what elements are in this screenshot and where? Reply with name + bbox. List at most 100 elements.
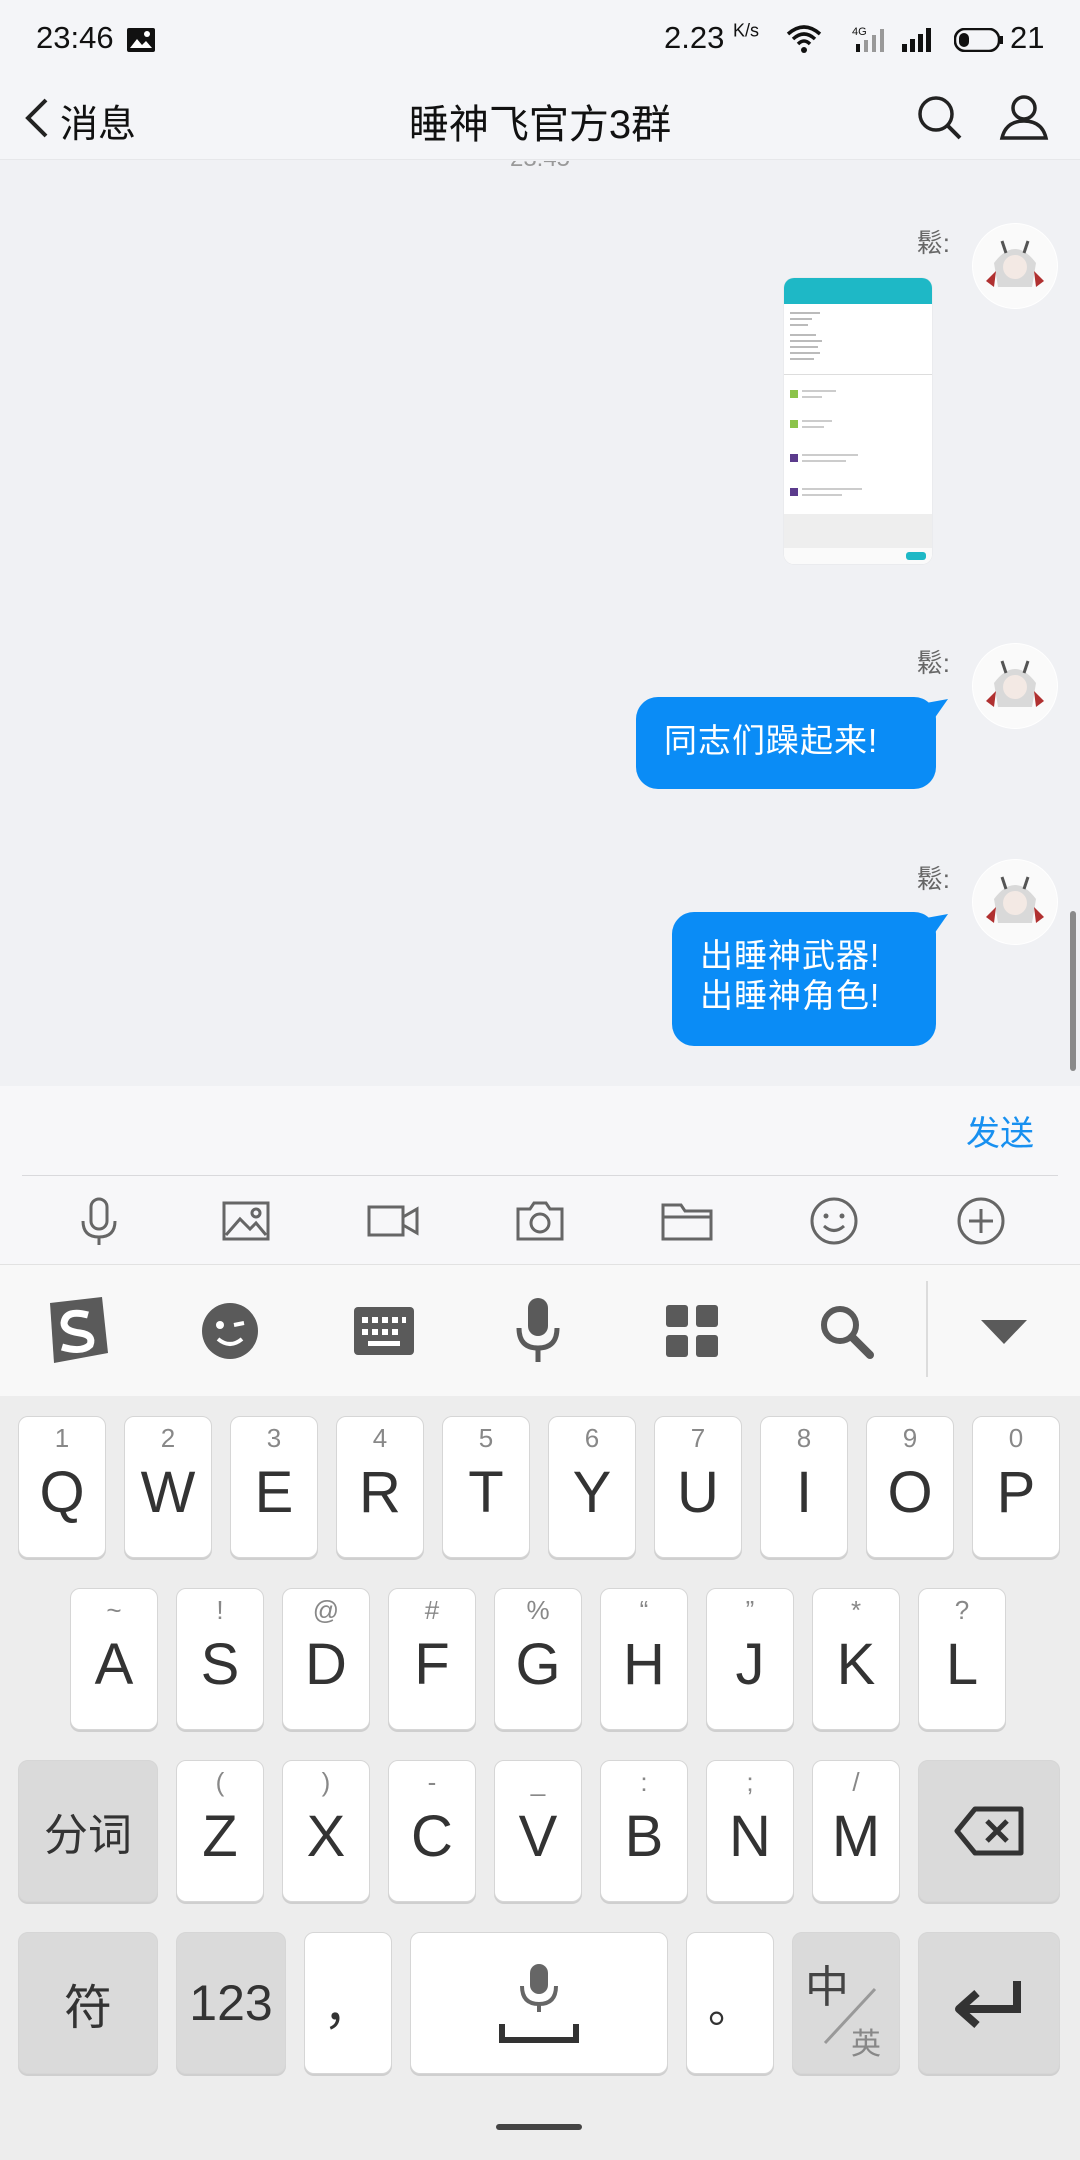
plus-icon[interactable] [953, 1193, 1009, 1249]
sogou-logo-icon[interactable] [36, 1291, 116, 1371]
collapse-icon[interactable] [964, 1291, 1044, 1371]
key-main: T [468, 1460, 504, 1525]
key-o[interactable]: 9O [866, 1416, 954, 1558]
image-icon[interactable] [218, 1193, 274, 1249]
gallery-notification-icon [126, 27, 156, 58]
avatar[interactable] [972, 859, 1058, 945]
key-numbers[interactable]: 123 [176, 1932, 286, 2074]
scrollbar[interactable] [1070, 911, 1076, 1071]
space-mic-icon [411, 1933, 667, 2073]
key-s[interactable]: ! S [176, 1588, 264, 1730]
person-icon [994, 95, 1054, 152]
key-main: I [795, 1460, 813, 1525]
key-enter[interactable] [918, 1932, 1060, 2074]
backspace-icon [919, 1761, 1059, 1901]
avatar[interactable] [972, 643, 1058, 729]
key-d[interactable]: @ D [282, 1588, 370, 1730]
key-main: S [200, 1632, 240, 1697]
message-text-line: 出睡神角色! [700, 977, 881, 1014]
sender-name: 鬆: [916, 648, 950, 678]
key-q[interactable]: 1Q [18, 1416, 106, 1558]
message-input[interactable] [22, 1086, 1058, 1176]
key-k[interactable]: * K [812, 1588, 900, 1730]
key-space[interactable] [410, 1932, 668, 2074]
key-sub: 0 [1008, 1423, 1024, 1453]
key-m[interactable]: / M [812, 1760, 900, 1902]
key-c[interactable]: -C [388, 1760, 476, 1902]
keyboard-icon[interactable] [344, 1291, 424, 1371]
key-sub: 1 [54, 1423, 70, 1453]
key-backspace[interactable] [918, 1760, 1060, 1902]
keyboard: 1Q 2W 3E 4R 5T 6Y 7U 8I 9O 0P ~ A ! S @ D #… [0, 1396, 1080, 2160]
key-r[interactable]: 4R [336, 1416, 424, 1558]
key-lang-switch[interactable]: 中 英 [792, 1932, 900, 2074]
key-sub: * [850, 1595, 862, 1625]
key-main: W [140, 1460, 196, 1525]
input-bar: 发送 [0, 1086, 1080, 1264]
mic-icon[interactable] [498, 1291, 578, 1371]
key-main: J [735, 1632, 765, 1697]
message-bubble[interactable]: 出睡神武器! 出睡神角色! [672, 912, 936, 1046]
status-time: 23:46 [36, 20, 114, 55]
key-comma[interactable]: ， [304, 1932, 392, 2074]
key-fenci[interactable]: 分词 [18, 1760, 158, 1902]
key-sub: / [852, 1767, 860, 1797]
key-f[interactable]: # F [388, 1588, 476, 1730]
key-h[interactable]: “H [600, 1588, 688, 1730]
key-sub: ~ [106, 1595, 122, 1625]
key-main: X [306, 1804, 346, 1869]
video-icon[interactable] [365, 1193, 421, 1249]
key-main: G [515, 1632, 561, 1697]
key-p[interactable]: 0P [972, 1416, 1060, 1558]
avatar[interactable] [972, 223, 1058, 309]
camera-icon[interactable] [512, 1193, 568, 1249]
search-button[interactable] [910, 88, 970, 148]
key-a[interactable]: ~ A [70, 1588, 158, 1730]
key-sub: ? [954, 1595, 970, 1625]
key-main: K [836, 1632, 876, 1697]
key-z[interactable]: (Z [176, 1760, 264, 1902]
input-toolbar [0, 1178, 1080, 1264]
lang-en: 英 [851, 2028, 881, 2061]
key-label: 123 [189, 1975, 273, 2031]
key-l[interactable]: ? L [918, 1588, 1006, 1730]
key-sub: 6 [584, 1423, 600, 1453]
key-main: N [729, 1804, 771, 1869]
key-u[interactable]: 7U [654, 1416, 742, 1558]
key-sub: 9 [902, 1423, 918, 1453]
key-b[interactable]: :B [600, 1760, 688, 1902]
mic-icon[interactable] [71, 1193, 127, 1249]
search-icon[interactable] [806, 1291, 886, 1371]
key-n[interactable]: ; N [706, 1760, 794, 1902]
key-g[interactable]: % G [494, 1588, 582, 1730]
group-profile-button[interactable] [994, 88, 1054, 148]
key-v[interactable]: _ V [494, 1760, 582, 1902]
key-w[interactable]: 2W [124, 1416, 212, 1558]
network-speed: 2.23 K/s [664, 20, 759, 55]
folder-icon[interactable] [659, 1193, 715, 1249]
message-text: 同志们躁起来! [664, 722, 879, 759]
key-y[interactable]: 6Y [548, 1416, 636, 1558]
key-main: Y [572, 1460, 612, 1525]
key-j[interactable]: ” J [706, 1588, 794, 1730]
key-period[interactable]: 。 [686, 1932, 774, 2074]
bubble-tail [926, 914, 948, 934]
send-button[interactable]: 发送 [966, 1106, 1034, 1155]
grid-icon[interactable] [652, 1291, 732, 1371]
key-symbols[interactable]: 符 [18, 1932, 158, 2074]
image-message[interactable] [784, 278, 932, 564]
emoji-icon[interactable] [806, 1193, 862, 1249]
ime-toolbar [0, 1264, 1080, 1396]
key-t[interactable]: 5T [442, 1416, 530, 1558]
key-x[interactable]: ) X [282, 1760, 370, 1902]
sender-name: 鬆: [916, 864, 950, 894]
key-main: D [305, 1632, 347, 1697]
key-i[interactable]: 8I [760, 1416, 848, 1558]
key-e[interactable]: 3E [230, 1416, 318, 1558]
emoji-face-icon[interactable] [190, 1291, 270, 1371]
key-sub: ( [215, 1767, 225, 1797]
message-bubble[interactable]: 同志们躁起来! [636, 697, 936, 789]
home-indicator[interactable] [496, 2124, 582, 2130]
chat-messages[interactable]: 23:45 鬆: 鬆: [0, 161, 1080, 1086]
key-label: ， [323, 1979, 373, 2035]
